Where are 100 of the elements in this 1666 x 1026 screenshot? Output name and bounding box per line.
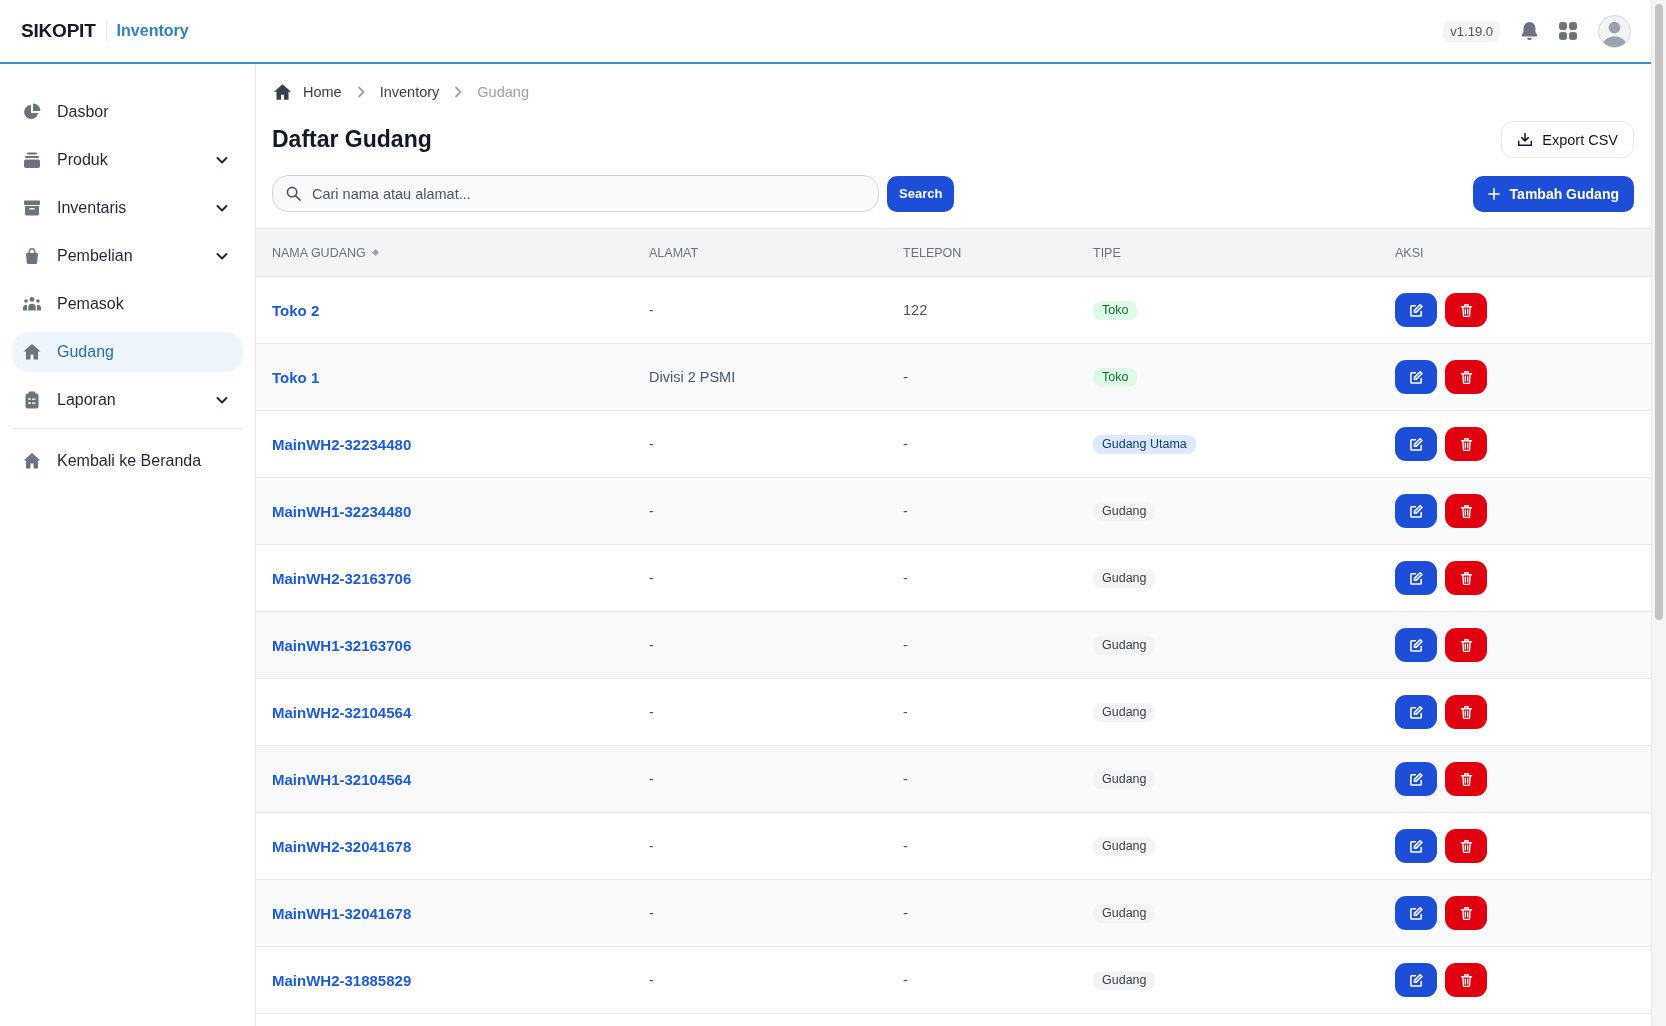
edit-icon xyxy=(1409,504,1423,518)
breadcrumb-link[interactable]: Inventory xyxy=(379,84,440,100)
warehouse-link[interactable]: MainWH1-32104564 xyxy=(272,770,412,788)
table-cell: - xyxy=(649,436,654,452)
edit-button[interactable] xyxy=(1395,695,1437,729)
home-icon xyxy=(274,84,291,100)
table-cell: - xyxy=(649,771,654,787)
trash-icon xyxy=(1459,303,1473,317)
type-tag: Toko xyxy=(1093,367,1138,387)
export-csv-button[interactable]: Export CSV xyxy=(1501,121,1634,158)
delete-button[interactable] xyxy=(1445,628,1487,662)
edit-button[interactable] xyxy=(1395,762,1437,796)
search-button[interactable]: Search xyxy=(887,175,955,212)
delete-button[interactable] xyxy=(1445,896,1487,930)
edit-icon xyxy=(1409,303,1423,317)
warehouse-link[interactable]: MainWH2-32163706 xyxy=(272,569,412,587)
trash-icon xyxy=(1459,772,1473,786)
sidebar-item[interactable]: Dasbor xyxy=(12,92,243,132)
delete-button[interactable] xyxy=(1445,293,1487,327)
sidebar-item[interactable]: Pemasok xyxy=(12,284,243,324)
edit-button[interactable] xyxy=(1395,494,1437,528)
edit-button[interactable] xyxy=(1395,896,1437,930)
table-cell: Divisi 2 PSMI xyxy=(649,369,736,385)
table-cell: - xyxy=(903,570,908,586)
table-cell: - xyxy=(649,637,654,653)
back-link[interactable]: Kembali ke Beranda xyxy=(12,441,243,481)
warehouse-link[interactable]: MainWH1-32163706 xyxy=(272,636,412,654)
warehouse-link[interactable]: MainWH2-32041678 xyxy=(272,837,412,855)
warehouse-link[interactable]: Toko 2 xyxy=(272,301,320,319)
bell-icon[interactable] xyxy=(1521,21,1538,41)
sidebar-item[interactable]: Pembelian xyxy=(12,236,243,276)
warehouse-link[interactable]: MainWH1-32234480 xyxy=(272,502,412,520)
table-cell: - xyxy=(903,771,908,787)
delete-button[interactable] xyxy=(1445,695,1487,729)
table-cell: - xyxy=(903,972,908,988)
trash-icon xyxy=(1459,705,1473,719)
sidebar-item[interactable]: Inventaris xyxy=(12,188,243,228)
search-icon xyxy=(286,186,301,201)
sidebar-item[interactable]: Gudang xyxy=(12,332,243,372)
delete-button[interactable] xyxy=(1445,963,1487,997)
edit-button[interactable] xyxy=(1395,360,1437,394)
table-cell: - xyxy=(903,905,908,921)
trash-icon xyxy=(1459,906,1473,920)
edit-icon xyxy=(1409,973,1423,987)
table-cell: - xyxy=(649,972,654,988)
table-cell: - xyxy=(903,704,908,720)
type-tag: Gudang xyxy=(1093,702,1156,722)
home-icon xyxy=(22,342,42,362)
warehouse-link[interactable]: MainWH2-31885829 xyxy=(272,971,412,989)
add-warehouse-button[interactable]: Tambah Gudang xyxy=(1472,175,1634,212)
stacked-boxes-icon xyxy=(22,150,42,170)
grid-icon[interactable] xyxy=(1559,22,1577,40)
sidebar-item[interactable]: Laporan xyxy=(12,380,243,420)
table-cell: - xyxy=(903,503,908,519)
column-header: ALAMAT xyxy=(649,245,699,260)
table-cell: - xyxy=(649,704,654,720)
edit-icon xyxy=(1409,437,1423,451)
table-cell: - xyxy=(903,637,908,653)
breadcrumb-link[interactable]: Home xyxy=(303,84,342,100)
pie-chart-icon xyxy=(22,102,42,122)
sidebar-item[interactable]: Produk xyxy=(12,140,243,180)
edit-button[interactable] xyxy=(1395,561,1437,595)
home-icon xyxy=(22,451,42,471)
warehouse-link[interactable]: MainWH2-32234480 xyxy=(272,435,412,453)
trash-icon xyxy=(1459,973,1473,987)
delete-button[interactable] xyxy=(1445,561,1487,595)
download-icon xyxy=(1518,133,1533,146)
breadcrumb-current: Gudang xyxy=(477,84,529,100)
page-title: Daftar Gudang xyxy=(272,126,432,153)
edit-button[interactable] xyxy=(1395,427,1437,461)
plus-icon xyxy=(1487,187,1500,200)
edit-icon xyxy=(1409,638,1423,652)
edit-icon xyxy=(1409,839,1423,853)
type-tag: Gudang Utama xyxy=(1093,434,1196,454)
brand-name: SIKOPIT xyxy=(21,20,96,42)
scrollbar[interactable] xyxy=(1651,0,1666,1026)
edit-button[interactable] xyxy=(1395,963,1437,997)
warehouse-link[interactable]: MainWH1-32041678 xyxy=(272,904,412,922)
warehouse-link[interactable]: MainWH2-32104564 xyxy=(272,703,412,721)
trash-icon xyxy=(1459,437,1473,451)
trash-icon xyxy=(1459,370,1473,384)
type-tag: Gudang xyxy=(1093,568,1156,588)
delete-button[interactable] xyxy=(1445,360,1487,394)
delete-button[interactable] xyxy=(1445,494,1487,528)
trash-icon xyxy=(1459,504,1473,518)
table-cell: - xyxy=(649,570,654,586)
table-cell: - xyxy=(649,302,654,318)
type-tag: Gudang xyxy=(1093,635,1156,655)
delete-button[interactable] xyxy=(1445,829,1487,863)
edit-button[interactable] xyxy=(1395,293,1437,327)
edit-button[interactable] xyxy=(1395,829,1437,863)
column-header[interactable]: NAMA GUDANG xyxy=(272,245,379,260)
edit-button[interactable] xyxy=(1395,628,1437,662)
delete-button[interactable] xyxy=(1445,427,1487,461)
warehouse-link[interactable]: Toko 1 xyxy=(272,368,320,386)
search-field[interactable]: Cari nama atau alamat... xyxy=(272,175,879,212)
table-cell: - xyxy=(903,838,908,854)
delete-button[interactable] xyxy=(1445,762,1487,796)
type-tag: Gudang xyxy=(1093,903,1156,923)
table-cell: - xyxy=(903,369,908,385)
